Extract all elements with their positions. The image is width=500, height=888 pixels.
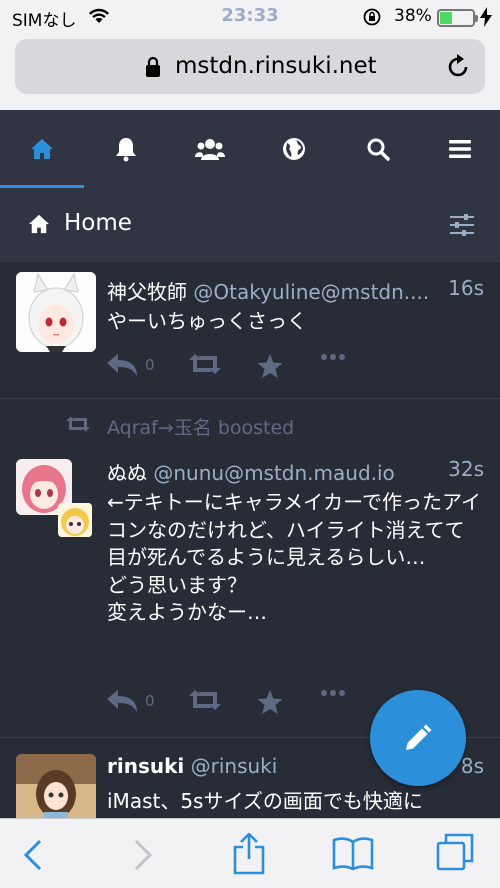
retweet-icon xyxy=(189,690,221,710)
reply-count: 0 xyxy=(145,356,155,374)
ellipsis-icon xyxy=(321,690,345,696)
reply-icon xyxy=(107,690,137,712)
column-title: Home xyxy=(64,210,132,236)
chevron-left-icon xyxy=(23,839,42,871)
status-time[interactable]: 8s xyxy=(461,754,484,778)
reply-count: 0 xyxy=(145,692,155,710)
ellipsis-icon xyxy=(321,354,345,360)
avatar[interactable] xyxy=(16,754,96,818)
home-icon xyxy=(31,139,53,159)
charging-bolt-icon xyxy=(480,7,492,32)
url-text: mstdn.rinsuki.net xyxy=(175,53,377,79)
column-settings-icon[interactable] xyxy=(450,214,474,240)
boosted-by-text[interactable]: Aqraf→玉名 boosted xyxy=(107,413,294,440)
share-button[interactable] xyxy=(232,832,266,879)
back-button[interactable] xyxy=(22,839,44,875)
status-item[interactable]: 神父牧師 @Otakyuline@mstdn.... 16s やーいちゅっくさっ… xyxy=(0,262,500,399)
tabs-button[interactable] xyxy=(436,833,474,875)
account-handle[interactable]: @rinsuki xyxy=(191,754,278,778)
column-header: Home xyxy=(0,188,500,262)
more-button[interactable] xyxy=(321,354,345,360)
browser-toolbar xyxy=(0,818,500,888)
compose-button[interactable] xyxy=(370,690,466,786)
display-name[interactable]: 神父牧師 xyxy=(107,280,187,304)
account-handle[interactable]: @Otakyuline@mstdn.... xyxy=(193,280,429,304)
account-handle[interactable]: @nunu@mstdn.maud.io xyxy=(153,461,394,485)
chevron-right-icon xyxy=(134,839,153,871)
boosted-by-label: Aqraf→玉名 boosted xyxy=(66,413,466,439)
status-content: やーいちゅっくさっく xyxy=(107,309,307,333)
star-icon xyxy=(257,690,283,714)
share-icon xyxy=(233,832,265,875)
address-bar[interactable]: mstdn.rinsuki.net xyxy=(15,39,485,94)
boost-button[interactable] xyxy=(189,690,221,710)
reload-icon[interactable] xyxy=(445,53,471,85)
status-header: rinsuki @rinsuki xyxy=(107,754,277,778)
search-icon xyxy=(367,138,390,161)
boost-button[interactable] xyxy=(189,354,221,374)
retweet-icon xyxy=(189,354,221,374)
avatar[interactable] xyxy=(16,272,96,352)
reply-button[interactable]: 0 xyxy=(107,354,155,376)
tab-search[interactable] xyxy=(336,110,420,188)
home-icon xyxy=(28,214,50,238)
book-icon xyxy=(332,837,374,871)
status-header: 神父牧師 @Otakyuline@mstdn.... xyxy=(107,276,429,305)
ios-status-bar: SIMなし 23:33 38% xyxy=(0,0,500,34)
display-name[interactable]: rinsuki xyxy=(107,754,184,778)
forward-button[interactable] xyxy=(132,839,154,875)
pencil-icon xyxy=(406,724,432,750)
reply-icon xyxy=(107,354,137,376)
status-item[interactable]: Aqraf→玉名 boosted ぬぬ @nunu@mstdn.maud.io … xyxy=(0,399,500,738)
lock-icon xyxy=(145,56,161,82)
tabs-icon xyxy=(436,833,474,871)
status-header: ぬぬ @nunu@mstdn.maud.io xyxy=(107,457,395,486)
bell-icon xyxy=(116,138,136,162)
status-content: iMast、5sサイズの画面でも快適に xyxy=(107,789,423,813)
orientation-lock-icon xyxy=(362,8,382,31)
status-actions: 0 xyxy=(107,690,347,720)
status-content: ←テキトーにキャラメイカーで作ったアイコンなのだけれど、ハイライト消えてて目が死… xyxy=(107,490,481,625)
more-button[interactable] xyxy=(321,690,345,696)
favourite-button[interactable] xyxy=(257,690,283,714)
favourite-button[interactable] xyxy=(257,354,283,378)
browser-chrome: mstdn.rinsuki.net xyxy=(0,34,500,110)
display-name[interactable]: ぬぬ xyxy=(107,461,147,485)
battery-icon xyxy=(437,9,478,27)
bookmarks-button[interactable] xyxy=(332,837,374,875)
users-icon xyxy=(195,139,225,160)
booster-avatar[interactable] xyxy=(58,503,92,537)
reply-button[interactable]: 0 xyxy=(107,690,155,712)
tab-notifications[interactable] xyxy=(84,110,168,188)
status-time[interactable]: 32s xyxy=(448,457,484,481)
retweet-icon xyxy=(66,415,90,437)
star-icon xyxy=(257,354,283,378)
tab-menu[interactable] xyxy=(420,110,500,188)
status-actions: 0 xyxy=(107,354,347,384)
tab-home[interactable] xyxy=(0,110,84,188)
tab-local-timeline[interactable] xyxy=(168,110,252,188)
navigation-tabs xyxy=(0,110,500,188)
globe-icon xyxy=(283,138,305,160)
hamburger-icon xyxy=(449,140,471,158)
status-time[interactable]: 16s xyxy=(448,276,484,300)
tab-federated-timeline[interactable] xyxy=(252,110,336,188)
battery-percent: 38% xyxy=(394,6,432,26)
